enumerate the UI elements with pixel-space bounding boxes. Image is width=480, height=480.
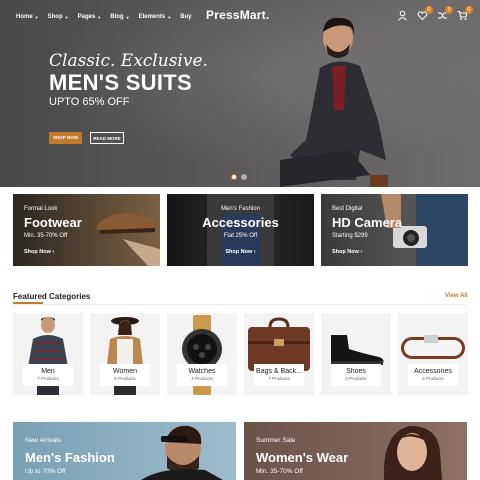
category-count: 3 Products [422,376,444,381]
category-name: Shoes [346,368,366,375]
compare-count-badge: 0 [445,6,453,14]
accessories-image [207,194,274,266]
promo-shop-link-label: Shop Now [225,249,253,255]
slider-dot-2[interactable] [241,174,247,180]
chevron-down-icon: ▼ [97,14,102,20]
promo-footwear[interactable]: Formal Look Footwear Min. 35-70% Off Sho… [13,194,160,266]
banner-title: Men's Fashion [25,450,115,465]
category-women[interactable]: Women 6 Products [90,313,160,395]
category-count: 7 Products [37,376,59,381]
banner-subtitle: Min. 35-70% Off [256,468,303,475]
category-count: 5 Products [345,376,367,381]
shoe-image [96,213,160,266]
chevron-down-icon: ▼ [64,14,69,20]
category-name: Accessories [414,368,452,375]
category-count: 7 Products [268,376,290,381]
chevron-right-icon: › [52,249,55,255]
category-bags[interactable]: Bags & Back... 7 Products [244,313,314,395]
nav-home-label: Home [16,14,33,20]
heart-icon[interactable]: 0 [417,6,433,21]
nav-elements[interactable]: Elements ▼ [139,12,172,22]
nav-buy[interactable]: Buy [180,12,191,22]
nav-home[interactable]: Home ▼ [16,12,39,22]
category-shoes[interactable]: Shoes 5 Products [321,313,391,395]
nav-shop-label: Shop [47,14,63,20]
promo-accessories[interactable]: Men's Fashion Accessories Flat 25% Off S… [167,194,314,266]
slider-dot-1[interactable] [231,174,237,180]
category-watches[interactable]: Watches 4 Products [167,313,237,395]
promo-kicker: Best Digital [332,206,363,212]
wishlist-count-badge: 0 [425,6,433,14]
site-logo[interactable]: PressMart. [206,8,269,22]
category-label: Watches 4 Products [177,364,227,386]
promo-title: Accessories [202,215,279,230]
category-label: Shoes 5 Products [331,364,381,386]
view-all-link[interactable]: View All [445,293,468,299]
chevron-down-icon: ▼ [125,14,130,20]
banner-kicker: Summer Sale [256,437,296,444]
shuffle-icon[interactable]: 0 [437,6,453,21]
hero-title: MEN'S SUITS [49,70,192,95]
featured-categories-title: Featured Categories [13,292,91,301]
nav-shop[interactable]: Shop ▼ [48,12,69,22]
promo-shop-link[interactable]: Shop Now › [167,249,314,255]
banner-womens-wear[interactable]: Summer Sale Women's Wear Min. 35-70% Off [244,422,467,480]
category-men[interactable]: Men 7 Products [13,313,83,395]
promo-subtitle: Min. 35-70% Off [24,233,68,239]
section-title-underline [13,302,43,304]
slider-dots [231,174,247,180]
hero-subtitle: Classic. Exclusive. [49,51,208,71]
promo-title: Footwear [24,215,82,230]
category-label: Men 7 Products [23,364,73,386]
nav-buy-label: Buy [180,14,192,20]
chevron-down-icon: ▼ [167,14,172,20]
nav-pages[interactable]: Pages ▼ [78,12,102,22]
promo-title: HD Camera [332,215,403,230]
banner-mens-fashion[interactable]: New Arrivals Men's Fashion Up to 70% Off [13,422,236,480]
nav-elements-label: Elements [138,14,166,20]
header-icons: 0 0 0 [397,6,473,21]
banner-title: Women's Wear [256,450,349,465]
promo-camera[interactable]: Best Digital HD Camera Starting $299 Sho… [321,194,468,266]
promo-subtitle: Starting $299 [332,233,368,239]
promo-shop-link-label: Shop Now [24,249,51,255]
category-name: Men [41,368,55,375]
promo-shop-link[interactable]: Shop Now › [332,249,362,255]
hero-model-image [280,17,388,187]
chevron-right-icon: › [360,249,363,255]
cart-count-badge: 0 [465,6,473,14]
category-name: Women [113,368,137,375]
main-nav: Home ▼ Shop ▼ Pages ▼ Blog ▼ Elements ▼ Buy [16,12,192,22]
nav-blog-label: Blog [110,14,124,20]
chevron-down-icon: ▼ [34,14,39,20]
category-name: Watches [188,368,216,375]
banner-subtitle: Up to 70% Off [25,468,66,475]
nav-pages-label: Pages [77,14,96,20]
category-label: Women 6 Products [100,364,150,386]
shop-now-button[interactable]: SHOP NOW [49,132,82,144]
category-label: Accessories 3 Products [408,364,458,386]
camera-image [381,194,468,266]
category-count: 6 Products [114,376,136,381]
promo-shop-link[interactable]: Shop Now › [24,249,54,255]
promo-kicker: Formal Look [24,206,58,212]
section-divider [13,304,467,305]
category-count: 4 Products [191,376,213,381]
promo-kicker: Men's Fashion [221,206,260,212]
user-icon[interactable] [397,10,408,21]
nav-blog[interactable]: Blog ▼ [110,12,129,22]
banner-kicker: New Arrivals [25,437,62,444]
hero-slider: Home ▼ Shop ▼ Pages ▼ Blog ▼ Elements ▼ Buy P… [0,0,480,187]
promo-subtitle: Flat 25% Off [223,233,258,239]
chevron-right-icon: › [253,249,256,255]
read-more-button[interactable]: READ MORE [90,132,124,144]
cart-icon[interactable]: 0 [457,6,473,21]
category-label: Bags & Back... 7 Products [254,364,304,386]
promo-shop-link-label: Shop Now [332,249,359,255]
category-accessories[interactable]: Accessories 3 Products [398,313,468,395]
category-name: Bags & Back... [256,368,302,375]
hero-offer: UPTO 65% OFF [49,96,130,108]
